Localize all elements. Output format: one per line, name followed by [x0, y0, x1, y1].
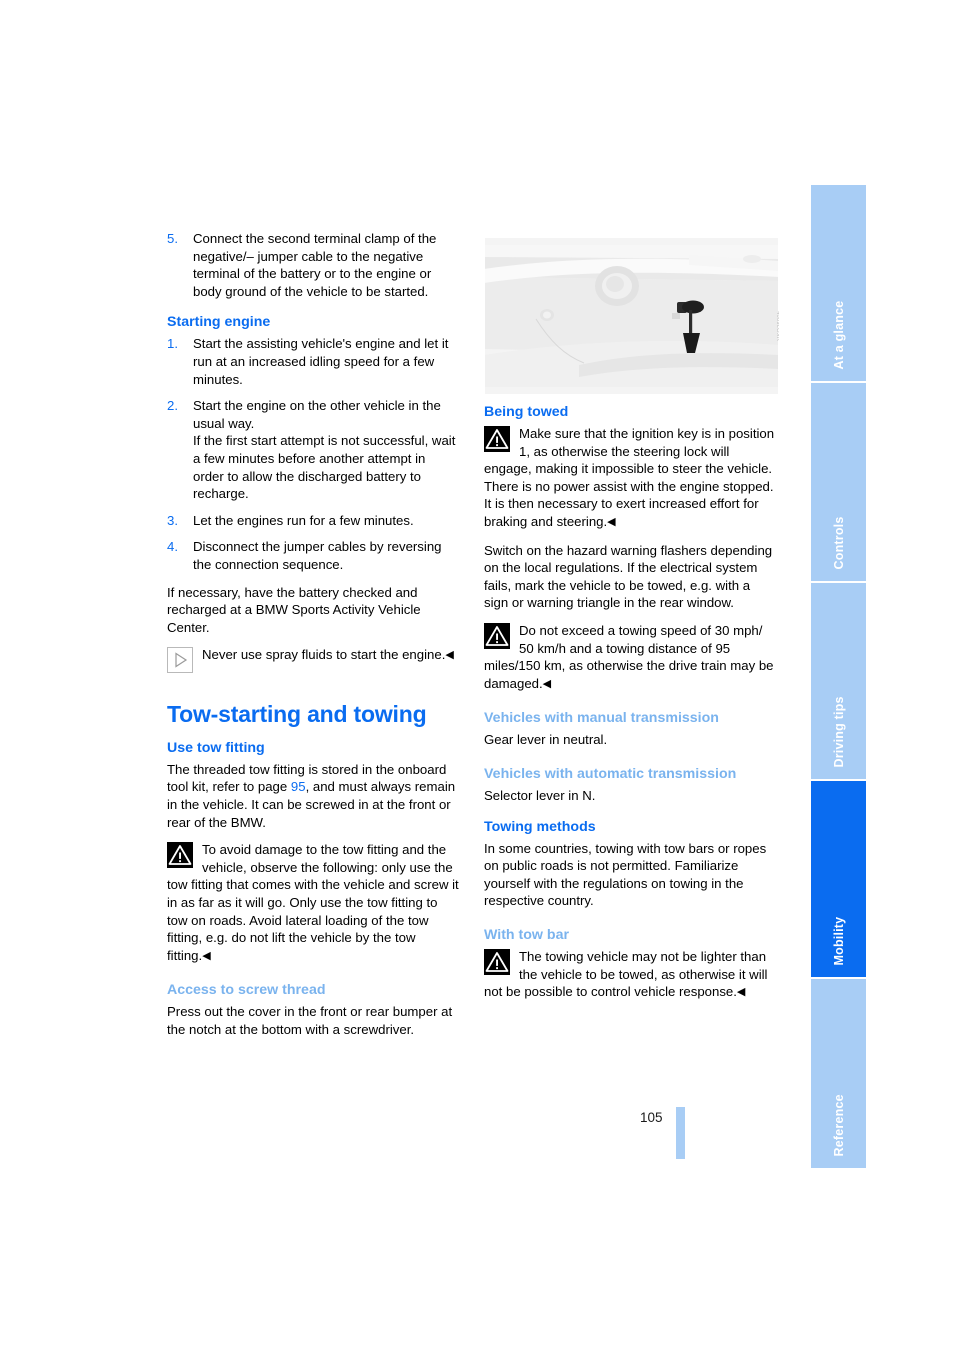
warning-icon — [484, 949, 510, 976]
right-column: Being towed Make sure that the ignition … — [484, 404, 776, 1012]
list-item-text: Disconnect the jumper cables by reversin… — [193, 539, 442, 572]
tab-label: Reference — [831, 1093, 846, 1156]
list-item-text: Let the engines run for a few minutes. — [193, 512, 414, 528]
figure-bumper-screw-thread: VKO2600h — [484, 237, 779, 395]
list-item: 3. Let the engines run for a few minutes… — [167, 512, 459, 530]
warning-towing-speed: Do not exceed a towing speed of 30 mph/ … — [484, 622, 776, 693]
list-item-text: Start the engine on the other vehicle in… — [193, 398, 456, 502]
list-item: 2. Start the engine on the other vehicle… — [167, 397, 459, 503]
page-number-bar — [676, 1107, 685, 1159]
warning-body: Make sure that the ignition key is in po… — [484, 426, 775, 529]
end-mark: ◀ — [202, 949, 211, 962]
list-item: 5. Connect the second terminal clamp of … — [167, 230, 459, 300]
warning-body: To avoid damage to the tow fitting and t… — [167, 842, 459, 963]
automatic-transmission-paragraph: Selector lever in N. — [484, 788, 596, 803]
heading-starting-engine: Starting engine — [167, 314, 271, 331]
heading-being-towed: Being towed — [484, 404, 569, 420]
tab-label: At a glance — [831, 300, 846, 369]
heading-with-tow-bar: With tow bar — [484, 927, 569, 943]
page-number: 105 — [640, 1110, 663, 1125]
warning-body: The towing vehicle may not be lighter th… — [484, 949, 768, 1000]
heading-automatic-transmission: Vehicles with automatic transmission — [484, 765, 737, 782]
warning-icon — [484, 622, 510, 649]
heading-access-to-screw-thread: Access to screw thread — [167, 982, 326, 999]
tip-icon — [167, 647, 193, 674]
access-screw-thread-paragraph: Press out the cover in the front or rear… — [167, 1004, 453, 1037]
bumper-illustration — [484, 237, 779, 395]
warning-ignition-key: Make sure that the ignition key is in po… — [484, 425, 776, 532]
list-item-number: 4. — [167, 539, 178, 555]
tab-driving-tips[interactable]: Driving tips — [811, 583, 866, 779]
warning-body: Do not exceed a towing speed of 30 mph/ … — [484, 622, 774, 691]
end-mark: ◀ — [445, 649, 454, 662]
starting-engine-steps: 1. Start the assisting vehicle's engine … — [167, 335, 459, 573]
figure-caption: VKO2600h — [777, 310, 779, 341]
towing-methods-paragraph: In some countries, towing with tow bars … — [484, 840, 767, 909]
warning-text: Make sure that the ignition key is in po… — [484, 425, 776, 532]
warning-text: The towing vehicle may not be lighter th… — [484, 948, 776, 1002]
tab-reference[interactable]: Reference — [811, 979, 866, 1168]
tip-note-spray-fluids: Never use spray fluids to start the engi… — [167, 646, 459, 674]
left-column: 5. Connect the second terminal clamp of … — [167, 230, 459, 1039]
battery-check-paragraph: If necessary, have the battery checked a… — [167, 584, 421, 635]
end-mark: ◀ — [542, 677, 552, 690]
chapter-title-tow-starting-and-towing: Tow-starting and towing — [167, 701, 427, 728]
warning-icon — [484, 426, 510, 453]
tip-note-body: Never use spray fluids to start the engi… — [202, 647, 446, 663]
tab-label: Mobility — [831, 916, 846, 965]
tab-at-a-glance[interactable]: At a glance — [811, 185, 866, 381]
end-mark: ◀ — [736, 986, 746, 999]
list-item-number: 1. — [167, 336, 178, 352]
warning-tow-bar-weight: The towing vehicle may not be lighter th… — [484, 948, 776, 1002]
warning-icon — [167, 842, 193, 869]
warning-tow-fitting: To avoid damage to the tow fitting and t… — [167, 841, 459, 965]
warning-text: Do not exceed a towing speed of 30 mph/ … — [484, 622, 776, 693]
heading-towing-methods: Towing methods — [484, 818, 596, 835]
hazard-flashers-paragraph: Switch on the hazard warning flashers de… — [484, 542, 773, 611]
heading-manual-transmission: Vehicles with manual transmission — [484, 710, 719, 727]
chapter-tab-strip: At a glance Controls Driving tips Mobili… — [811, 185, 866, 1168]
list-item-text: Connect the second terminal clamp of the… — [193, 231, 437, 299]
jumper-step-5-list: 5. Connect the second terminal clamp of … — [167, 230, 459, 300]
tip-note-text: Never use spray fluids to start the engi… — [167, 646, 459, 665]
heading-use-tow-fitting: Use tow fitting — [167, 739, 265, 756]
page-reference-link[interactable]: 95 — [291, 779, 306, 794]
use-tow-fitting-paragraph: The threaded tow fitting is stored in th… — [167, 761, 459, 831]
manual-transmission-paragraph: Gear lever in neutral. — [484, 732, 608, 748]
tab-mobility[interactable]: Mobility — [811, 781, 866, 977]
list-item-number: 5. — [167, 231, 178, 246]
warning-text: To avoid damage to the tow fitting and t… — [167, 841, 459, 965]
tab-label: Driving tips — [831, 695, 846, 767]
list-item: 4. Disconnect the jumper cables by rever… — [167, 538, 459, 573]
list-item-number: 3. — [167, 512, 178, 528]
manual-page: VKO2600h 5. Connect the second terminal … — [0, 0, 954, 1351]
tab-label: Controls — [831, 516, 846, 569]
list-item-number: 2. — [167, 398, 178, 414]
tab-controls[interactable]: Controls — [811, 383, 866, 581]
list-item: 1. Start the assisting vehicle's engine … — [167, 335, 459, 388]
list-item-text: Start the assisting vehicle's engine and… — [193, 336, 449, 387]
end-mark: ◀ — [607, 516, 616, 528]
